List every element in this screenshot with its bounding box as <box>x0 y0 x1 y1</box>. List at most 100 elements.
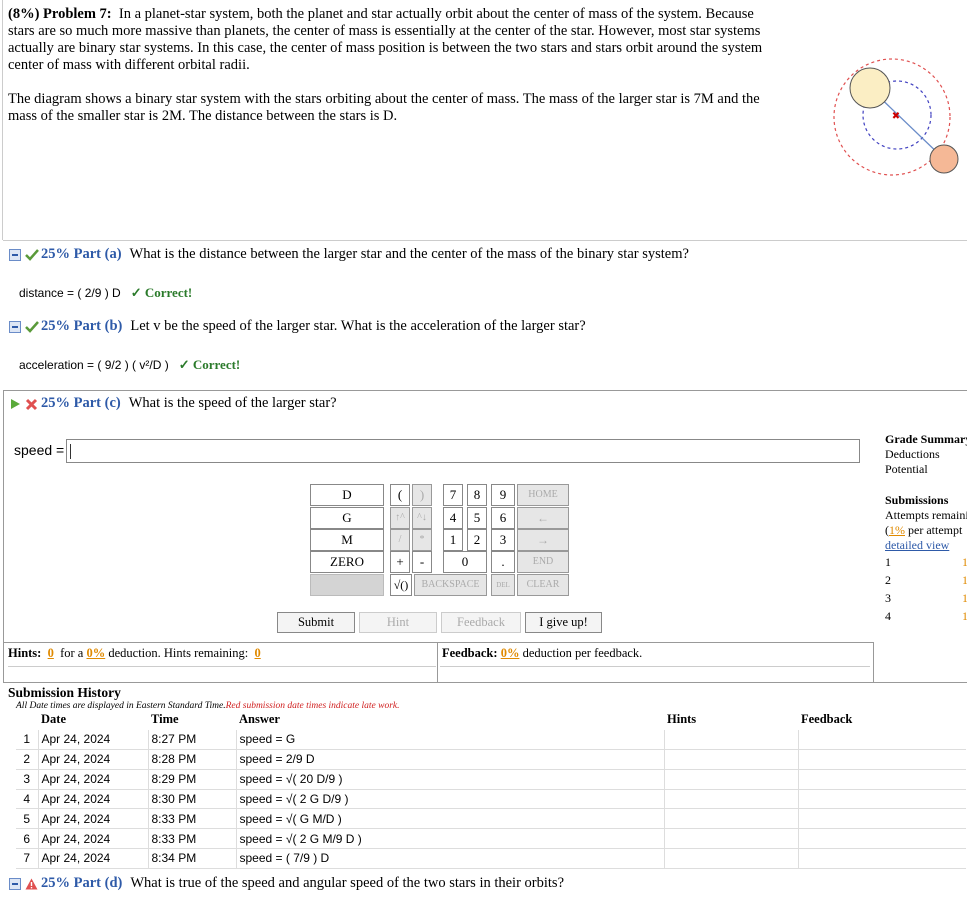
part-a-status: ✓ Correct! <box>130 285 193 300</box>
history-header-row: Date Time Answer Hints Feedback <box>16 710 966 730</box>
feedback-label: Feedback: <box>442 646 498 660</box>
col-hints: Hints <box>667 712 697 727</box>
key-var-zero[interactable]: ZERO <box>310 551 384 573</box>
table-row: 5 Apr 24, 2024 8:33 PM speed = √( G M/D ) <box>16 808 966 830</box>
give-up-button[interactable]: I give up! <box>525 612 602 633</box>
key-multiply[interactable]: * <box>412 529 432 551</box>
key-plus[interactable]: + <box>390 551 410 573</box>
problem-intro: In a planet-star system, both the planet… <box>8 6 763 73</box>
part-a-answer: distance = ( 2/9 ) D <box>19 286 121 300</box>
collapse-icon[interactable] <box>9 248 21 261</box>
key-9[interactable]: 9 <box>491 484 515 506</box>
grade-row-3-value: 1 <box>962 591 967 605</box>
part-c-header: 25% Part (c) What is the speed of the la… <box>9 395 337 412</box>
key-decimal[interactable]: . <box>491 551 515 573</box>
divider <box>3 390 967 391</box>
key-6[interactable]: 6 <box>491 507 515 529</box>
grade-summary: Grade Summary Deductions Potential Submi… <box>885 432 967 627</box>
warning-icon <box>25 878 38 890</box>
hints-label: Hints: <box>8 646 42 660</box>
key-del[interactable]: DEL <box>491 574 515 596</box>
key-minus[interactable]: - <box>412 551 432 573</box>
detailed-view-link[interactable]: detailed view <box>885 538 949 552</box>
problem-header: (8%) Problem 7: <box>8 6 112 22</box>
table-row: 6 Apr 24, 2024 8:33 PM speed = √( 2 G M/9 D… <box>16 828 966 850</box>
key-5[interactable]: 5 <box>467 507 487 529</box>
part-c-frame-left <box>3 390 4 682</box>
key-blank <box>310 574 384 596</box>
key-2[interactable]: 2 <box>467 529 487 551</box>
key-divide[interactable]: / <box>390 529 410 551</box>
key-1[interactable]: 1 <box>443 529 463 551</box>
feedback-button[interactable]: Feedback <box>441 612 521 633</box>
part-d-percent[interactable]: 25% Part (d) <box>41 875 122 892</box>
part-b-answer: acceleration = ( 9/2 ) ( v²/D ) <box>19 358 169 372</box>
part-c-percent[interactable]: 25% Part (c) <box>41 395 121 412</box>
col-feedback: Feedback <box>801 712 853 727</box>
history-table: Date Time Answer Hints Feedback 1 Apr 24,… <box>16 710 966 869</box>
key-raise[interactable]: ↑^ <box>390 507 410 529</box>
key-var-m[interactable]: M <box>310 529 384 551</box>
grade-row-1: 1 <box>885 555 891 569</box>
part-a-answer-row: distance = ( 2/9 ) D ✓ Correct! <box>19 285 192 301</box>
key-left-arrow[interactable]: ← <box>517 507 569 529</box>
table-row: 7 Apr 24, 2024 8:34 PM speed = ( 7/9 ) D <box>16 848 966 869</box>
grade-row-3: 3 <box>885 591 891 605</box>
speed-label: speed = <box>14 442 65 458</box>
key-open-paren[interactable]: ( <box>390 484 410 506</box>
per-attempt-pct: 1% <box>889 523 905 537</box>
small-star <box>929 144 959 174</box>
deductions-label: Deductions <box>885 447 940 461</box>
potential-label: Potential <box>885 462 928 476</box>
key-end[interactable]: END <box>517 551 569 573</box>
problem-diagram-text: The diagram shows a binary star system w… <box>8 91 760 124</box>
part-d-header: 25% Part (d) What is true of the speed a… <box>9 875 564 892</box>
per-attempt: (1% per attempt <box>885 523 963 537</box>
collapse-icon[interactable] <box>9 877 21 890</box>
key-0[interactable]: 0 <box>443 551 487 573</box>
part-b-status: ✓ Correct! <box>178 357 241 372</box>
key-backspace[interactable]: BACKSPACE <box>414 574 487 596</box>
cross-icon <box>25 398 38 410</box>
hint-button[interactable]: Hint <box>359 612 437 633</box>
checkmark-icon <box>25 320 39 333</box>
part-b-answer-row: acceleration = ( 9/2 ) ( v²/D ) ✓ Correct… <box>19 357 240 373</box>
key-right-arrow[interactable]: → <box>517 529 569 551</box>
divider <box>3 682 967 683</box>
hints-row: Hints: 0 for a 0% deduction. Hints remai… <box>8 646 261 660</box>
key-8[interactable]: 8 <box>467 484 487 506</box>
key-4[interactable]: 4 <box>443 507 463 529</box>
key-var-g[interactable]: G <box>310 507 384 529</box>
collapse-icon[interactable] <box>9 320 21 333</box>
key-clear[interactable]: CLEAR <box>517 574 569 596</box>
submit-button[interactable]: Submit <box>277 612 355 633</box>
grade-row-2: 2 <box>885 573 891 587</box>
speed-input[interactable] <box>66 439 860 463</box>
expand-icon[interactable] <box>9 398 21 410</box>
divider <box>3 240 967 241</box>
part-a-percent[interactable]: 25% Part (a) <box>41 246 122 263</box>
key-7[interactable]: 7 <box>443 484 463 506</box>
key-var-d[interactable]: D <box>310 484 384 506</box>
checkmark-icon <box>25 248 39 261</box>
key-close-paren[interactable]: ) <box>412 484 432 506</box>
part-b-header: 25% Part (b) Let v be the speed of the l… <box>9 318 586 335</box>
submission-history: Submission History All Date times are di… <box>8 685 966 869</box>
divider <box>3 642 873 643</box>
key-sqrt[interactable]: √() <box>390 574 412 596</box>
key-home[interactable]: HOME <box>517 484 569 506</box>
part-a-question: What is the distance between the larger … <box>129 246 689 262</box>
divider <box>440 666 870 667</box>
key-3[interactable]: 3 <box>491 529 515 551</box>
table-row: 1 Apr 24, 2024 8:27 PM speed = G <box>16 729 966 751</box>
key-lower[interactable]: ^↓ <box>412 507 432 529</box>
table-row: 4 Apr 24, 2024 8:30 PM speed = √( 2 G D/9 ) <box>16 789 966 810</box>
frame-border <box>2 0 3 240</box>
grade-summary-title: Grade Summary <box>885 432 967 446</box>
part-a-header: 25% Part (a) What is the distance betwee… <box>9 246 689 263</box>
grade-row-2-value: 1 <box>962 573 967 587</box>
center-of-mass-marker: ✖ <box>892 111 900 122</box>
table-row: 3 Apr 24, 2024 8:29 PM speed = √( 20 D/9 ) <box>16 769 966 790</box>
part-b-percent[interactable]: 25% Part (b) <box>41 318 122 335</box>
binary-star-diagram: ✖ <box>833 58 959 176</box>
